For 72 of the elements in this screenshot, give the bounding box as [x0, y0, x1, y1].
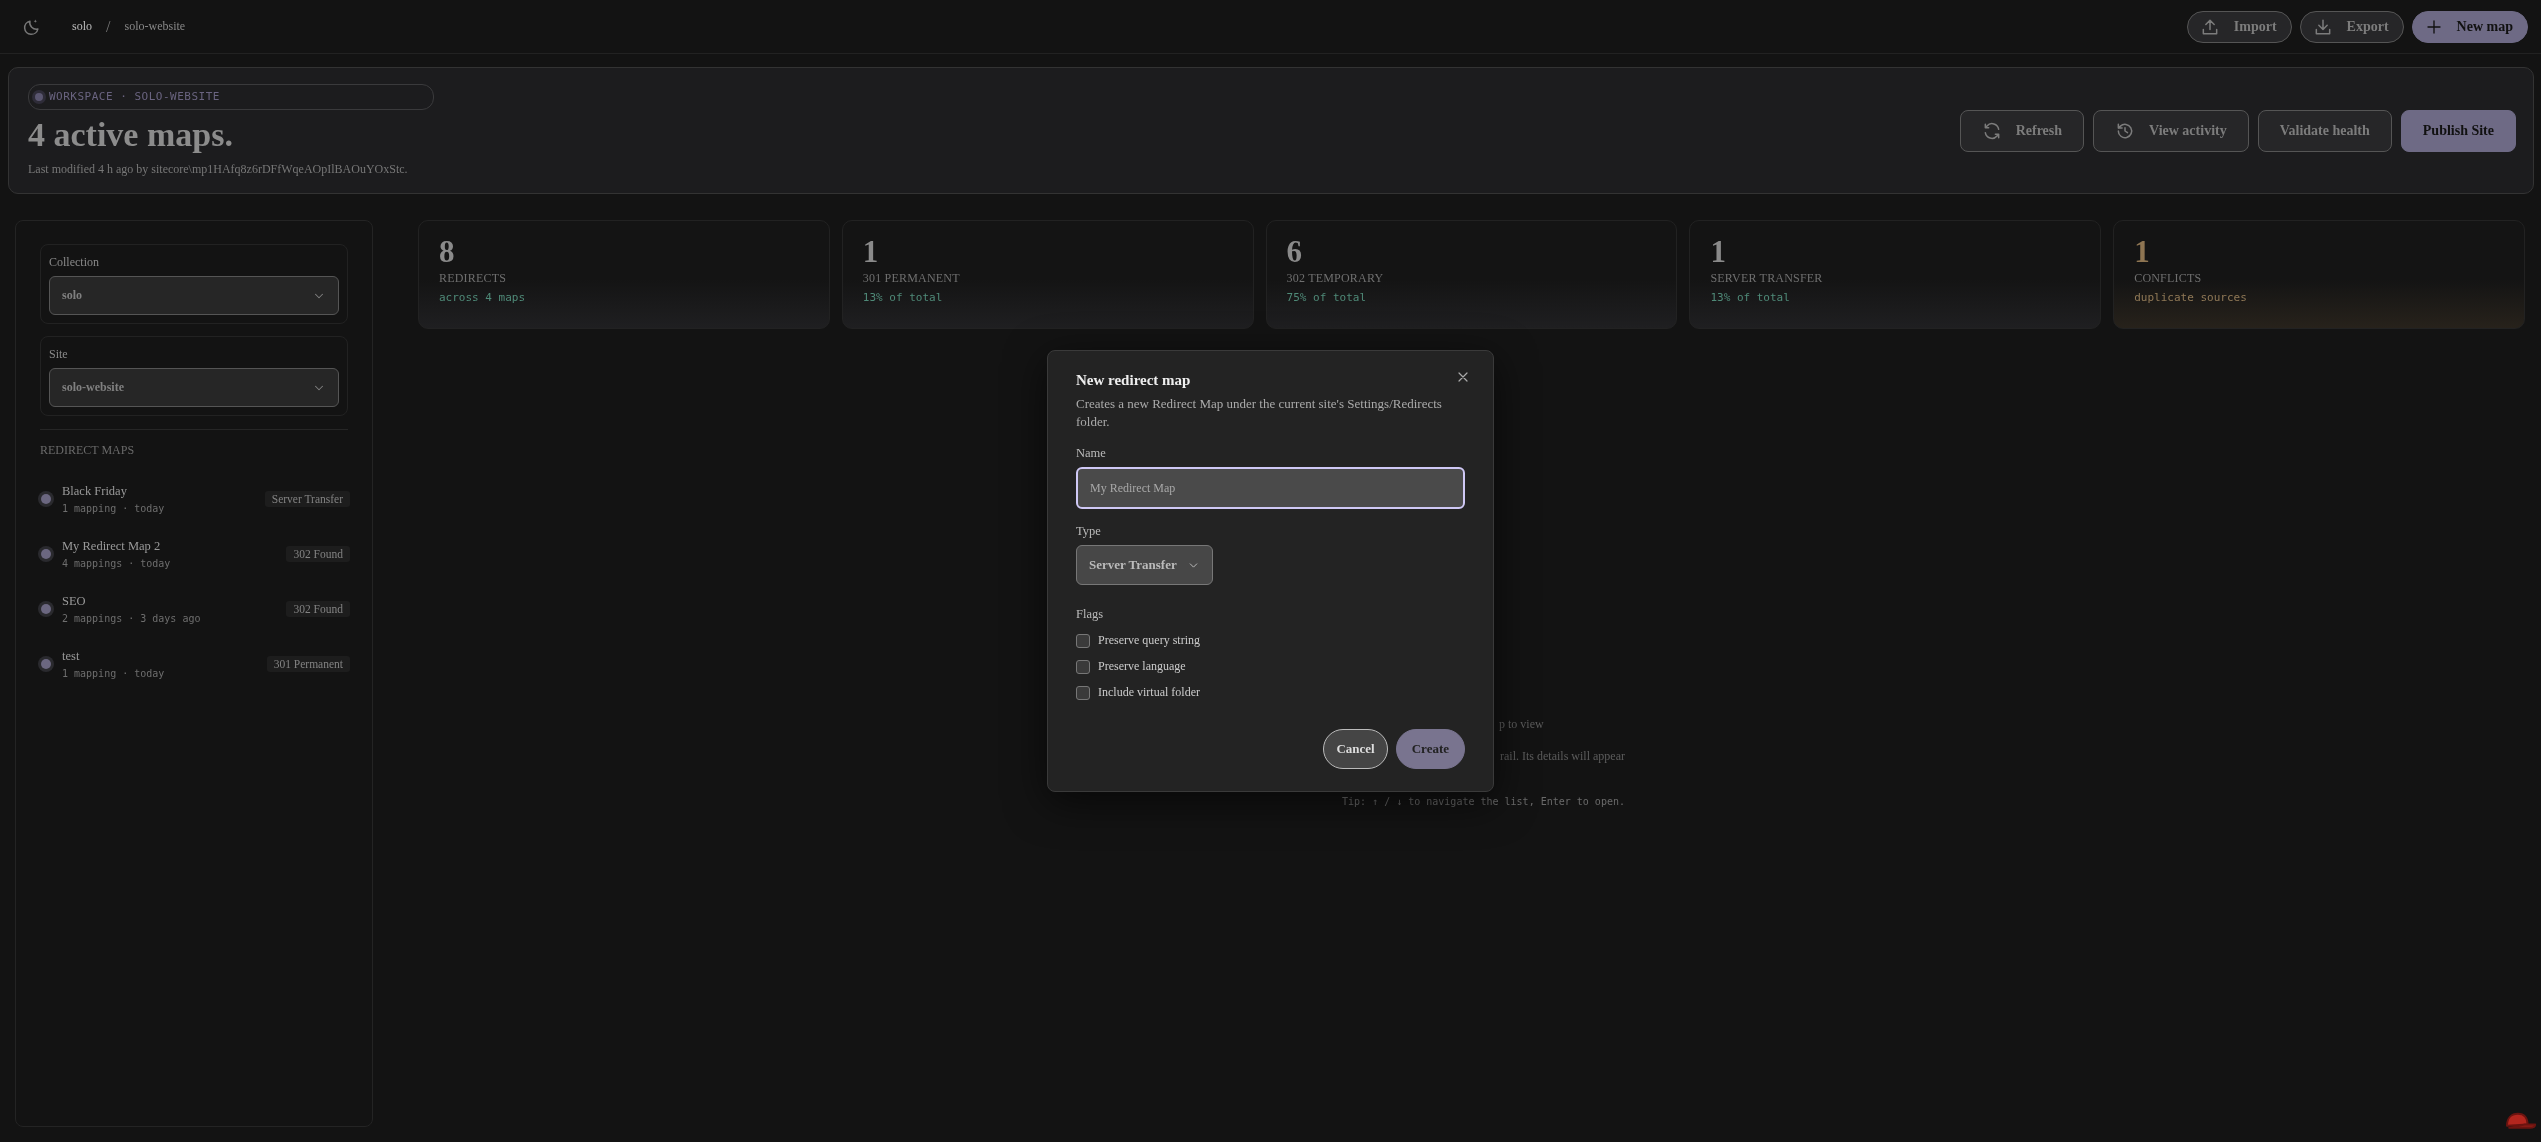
checkbox-label: Preserve query string	[1098, 633, 1200, 649]
map-name: test	[62, 648, 81, 664]
checkbox[interactable]	[1076, 633, 1090, 648]
dialog-description: Creates a new Redirect Map under the current site's Settings/Redirects folder.	[1076, 394, 1443, 431]
map-list-item[interactable]: My Redirect Map 2 4 mappings · today 302 Found	[40, 526, 348, 581]
cancel-button[interactable]: Cancel	[1323, 729, 1388, 770]
map-meta: 4 mappings · today	[62, 557, 172, 569]
toolbar-button[interactable]: Export	[2299, 10, 2404, 43]
empty-state-text: rail. Its details will appear	[1500, 749, 1625, 764]
stat-label: CONFLICTS	[2134, 271, 2203, 287]
stat-note: duplicate sources	[2134, 291, 2248, 305]
breadcrumb-separator: /	[106, 17, 111, 36]
name-field[interactable]: My Redirect Map	[1076, 467, 1465, 510]
section-title: REDIRECT MAPS	[40, 443, 136, 458]
checkbox-label: Preserve language	[1098, 659, 1186, 675]
map-list-item[interactable]: test 1 mapping · today 301 Permanent	[40, 636, 348, 691]
stat-label: REDIRECTS	[439, 271, 508, 287]
stat-note: 75% of total	[1286, 291, 1368, 305]
checkbox[interactable]	[1076, 685, 1090, 700]
breadcrumb-link[interactable]: solo-website	[124, 19, 186, 34]
stat-value: 8	[439, 235, 456, 270]
stat-value: 1	[1710, 235, 1727, 270]
map-name: My Redirect Map 2	[62, 538, 162, 554]
action-button[interactable]: Refresh	[1959, 109, 2085, 152]
field-label: Type	[1076, 524, 1102, 540]
type-badge: 301 Permanent	[266, 655, 350, 672]
create-button[interactable]: Create	[1395, 729, 1465, 770]
field-label: Flags	[1076, 607, 1105, 623]
stat-value: 6	[1286, 235, 1304, 270]
select-field[interactable]: solo-website	[49, 368, 339, 407]
page-title: 4 active maps.	[28, 115, 233, 154]
type-badge: 302 Found	[286, 600, 350, 617]
map-dot	[41, 548, 51, 559]
type-select[interactable]: Server Transfer	[1076, 545, 1213, 586]
map-dot	[41, 603, 51, 614]
filter-label: Site	[49, 347, 69, 362]
map-list-item[interactable]: Black Friday 1 mapping · today Server Transfer	[40, 471, 348, 526]
last-modified-text: Last modified 4 h ago by sitecore\mp1HAfq8z6rDFfWqeAOpIlBAOuYOxStc.	[28, 162, 408, 178]
stat-value: 1	[862, 235, 880, 270]
map-name: Black Friday	[62, 483, 128, 499]
toolbar-button[interactable]: Import	[2186, 10, 2292, 43]
stat-label: 301 PERMANENT	[862, 271, 961, 287]
action-button[interactable]: Validate health	[2257, 109, 2392, 152]
action-button[interactable]: View activity	[2093, 109, 2249, 152]
toolbar-button[interactable]: New map	[2411, 10, 2528, 43]
map-dot	[41, 493, 51, 504]
stat-note: across 4 maps	[439, 291, 527, 305]
keyboard-tip: Tip: ↑ / ↓ to navigate the list, Enter to open.	[1342, 796, 1625, 807]
stat-value: 1	[2134, 235, 2151, 270]
map-meta: 1 mapping · today	[62, 502, 166, 514]
type-badge: 302 Found	[286, 545, 350, 562]
field-label: Name	[1076, 446, 1107, 462]
map-list-item[interactable]: SEO 2 mappings · 3 days ago 302 Found	[40, 581, 348, 636]
status-dot	[35, 92, 43, 101]
map-name: SEO	[62, 593, 87, 609]
stat-label: 302 TEMPORARY	[1286, 271, 1385, 287]
filter-label: Collection	[49, 255, 100, 270]
plus-icon	[2424, 17, 2443, 36]
select-field[interactable]: solo	[49, 276, 339, 315]
checkbox-label: Include virtual folder	[1098, 685, 1200, 701]
map-meta: 1 mapping · today	[62, 667, 166, 679]
stat-note: 13% of total	[1710, 291, 1791, 305]
breadcrumb-link[interactable]: solo	[72, 19, 92, 34]
workspace-label: WORKSPACE · SOLO-WEBSITE	[49, 90, 220, 104]
stat-note: 13% of total	[862, 291, 944, 305]
stat-label: SERVER TRANSFER	[1710, 271, 1824, 287]
action-button[interactable]: Publish Site	[2400, 109, 2516, 152]
checkbox[interactable]	[1076, 659, 1090, 674]
dialog-title: New redirect map	[1076, 371, 1191, 389]
type-badge: Server Transfer	[264, 490, 350, 507]
map-meta: 2 mappings · 3 days ago	[62, 612, 202, 624]
map-dot	[41, 658, 51, 669]
